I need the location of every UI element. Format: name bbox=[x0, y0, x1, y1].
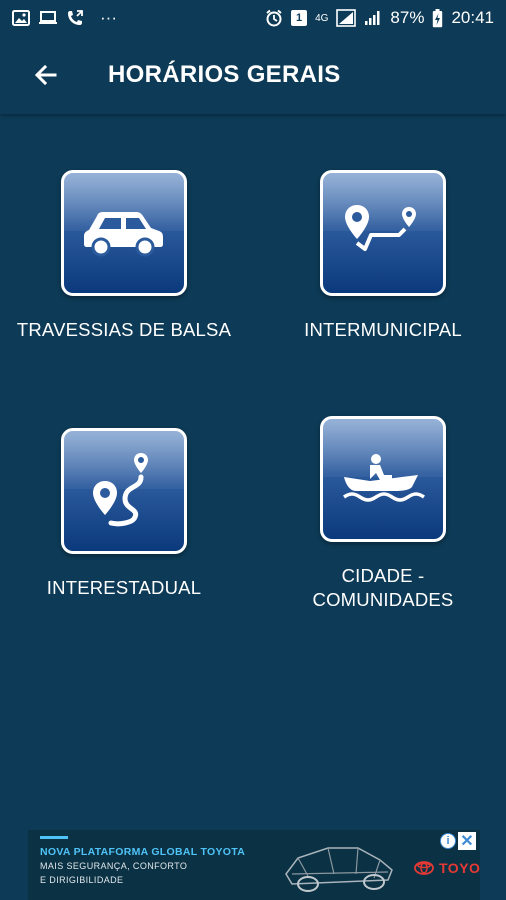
battery-charging-icon bbox=[432, 8, 443, 28]
boat-icon bbox=[343, 454, 425, 502]
back-button[interactable] bbox=[18, 47, 74, 103]
alarm-icon bbox=[265, 9, 283, 27]
toyota-brand: TOYOTA bbox=[414, 860, 480, 876]
tile-cidade-comunidades[interactable]: CIDADE - COMUNIDADES bbox=[263, 416, 503, 612]
call-forward-icon bbox=[66, 9, 84, 27]
clock: 20:41 bbox=[451, 8, 494, 27]
winding-route-icon bbox=[93, 453, 148, 527]
arrow-left-icon bbox=[34, 64, 57, 86]
tile-icon-box bbox=[320, 170, 446, 296]
tile-interestadual[interactable]: INTERESTADUAL bbox=[4, 428, 244, 600]
car-chassis-image bbox=[278, 834, 398, 900]
app-screen: ··· 1 4G 87% 20:41 HORÁRIOS GERAIS TRAVE… bbox=[0, 0, 506, 900]
tile-icon-box bbox=[61, 170, 187, 296]
battery-percentage: 87% bbox=[390, 8, 425, 27]
tile-label: INTERESTADUAL bbox=[46, 577, 202, 598]
ad-accent-bar bbox=[40, 836, 68, 839]
ad-brand-name: TOYOTA bbox=[439, 860, 480, 876]
network-type-icon: 4G bbox=[315, 12, 329, 24]
route-icon bbox=[345, 205, 416, 251]
ad-close-icon[interactable]: ✕ bbox=[458, 832, 476, 850]
ad-subline-2: E DIRIGIBILIDADE bbox=[40, 875, 124, 885]
ad-subline-1: MAIS SEGURANÇA, CONFORTO bbox=[40, 861, 188, 871]
tile-travessias-de-balsa[interactable]: TRAVESSIAS DE BALSA bbox=[4, 170, 244, 342]
tile-intermunicipal[interactable]: INTERMUNICIPAL bbox=[263, 170, 503, 342]
tile-label: TRAVESSIAS DE BALSA bbox=[16, 319, 232, 340]
tile-icon-box bbox=[320, 416, 446, 542]
ad-banner[interactable]: NOVA PLATAFORMA GLOBAL TOYOTA MAIS SEGUR… bbox=[28, 830, 480, 900]
toyota-logo-icon bbox=[414, 861, 434, 875]
image-notification-icon bbox=[12, 10, 30, 26]
ad-info-icon[interactable]: i bbox=[440, 833, 456, 849]
tile-icon-box bbox=[61, 428, 187, 554]
laptop-notification-icon bbox=[38, 10, 58, 26]
cell-signal-icon bbox=[364, 10, 382, 26]
ad-headline: NOVA PLATAFORMA GLOBAL TOYOTA bbox=[40, 846, 246, 858]
status-bar: ··· 1 4G 87% 20:41 bbox=[0, 0, 506, 36]
app-bar: HORÁRIOS GERAIS bbox=[0, 36, 506, 114]
tile-label: INTERMUNICIPAL bbox=[304, 319, 462, 340]
car-icon bbox=[84, 212, 163, 257]
status-right: 1 4G 87% 20:41 bbox=[265, 8, 494, 28]
tile-label: CIDADE - COMUNIDADES bbox=[312, 565, 454, 610]
notification-badge-icon: 1 bbox=[291, 10, 308, 26]
ad-text: NOVA PLATAFORMA GLOBAL TOYOTA MAIS SEGUR… bbox=[40, 846, 245, 886]
status-left: ··· bbox=[12, 8, 117, 28]
signal-box-icon bbox=[336, 9, 357, 27]
page-title: HORÁRIOS GERAIS bbox=[108, 61, 341, 88]
more-notifications-icon: ··· bbox=[100, 8, 117, 27]
